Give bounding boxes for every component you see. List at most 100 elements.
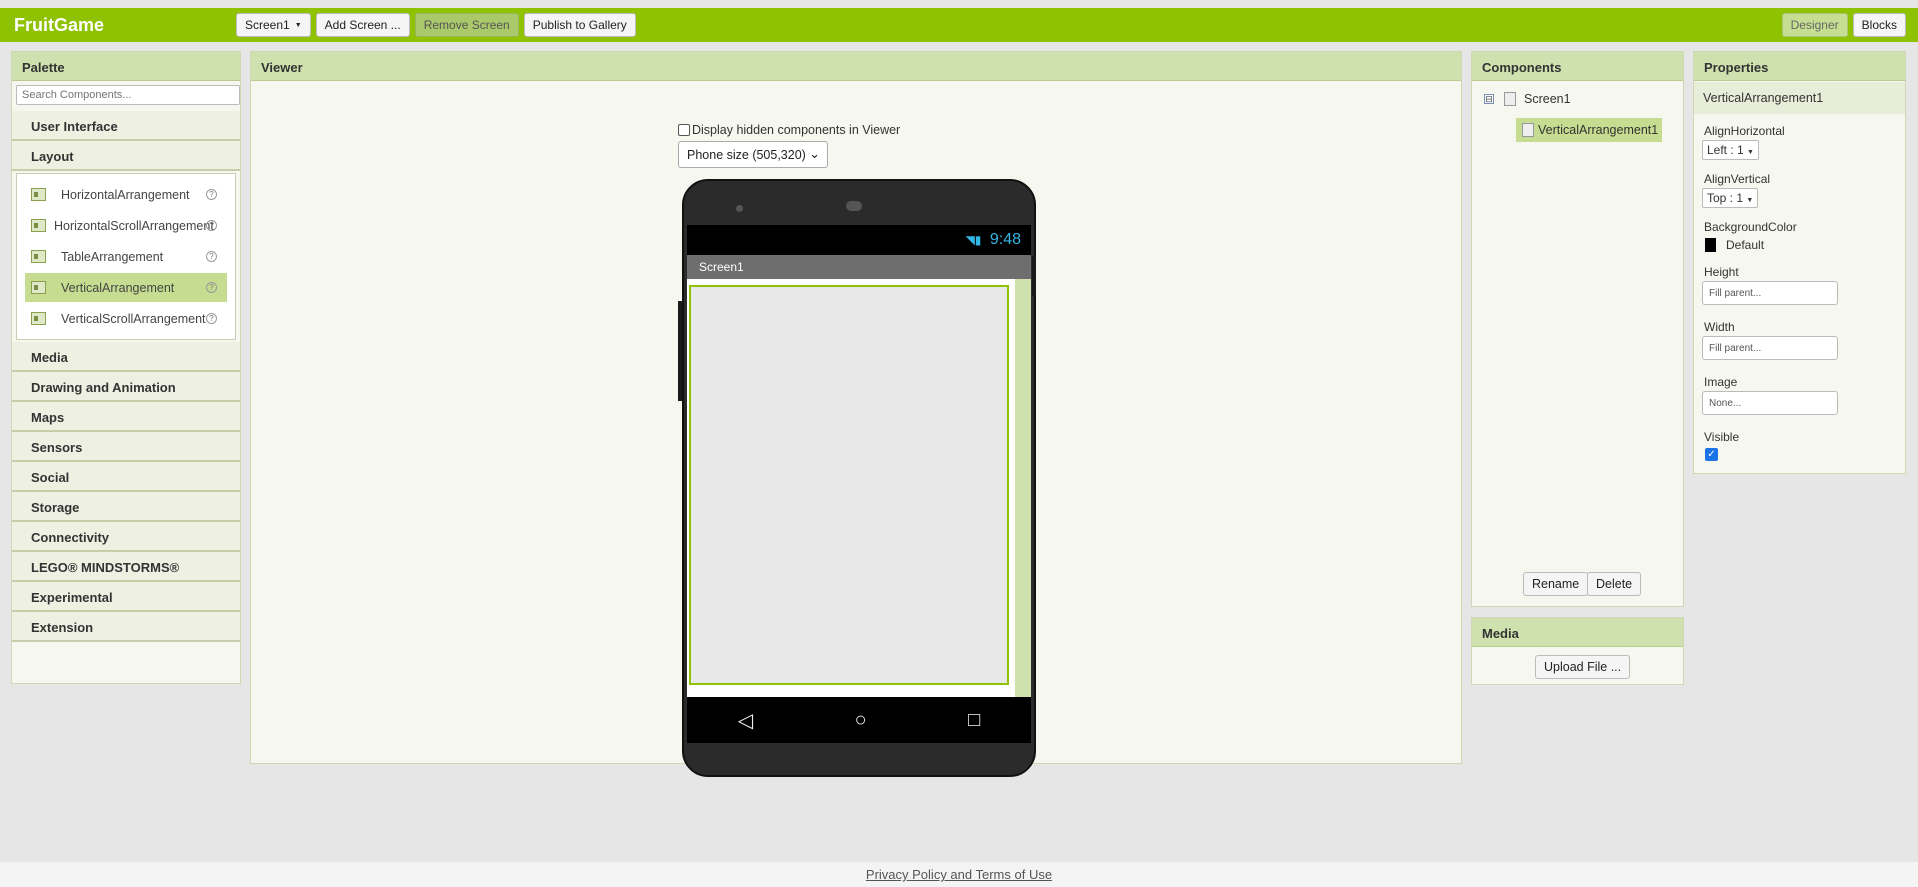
list-item[interactable]: VerticalArrangement ?	[25, 273, 227, 302]
image-label: Image	[1704, 375, 1738, 389]
components-panel: Components ⊟ Screen1 VerticalArrangement…	[1471, 51, 1684, 607]
list-item-label: HorizontalScrollArrangement	[54, 218, 214, 233]
phone-screen	[687, 279, 1031, 697]
table-arrangement-icon	[31, 250, 46, 263]
add-screen-button[interactable]: Add Screen ...	[315, 13, 410, 37]
remove-screen-button[interactable]: Remove Screen	[414, 13, 519, 37]
help-icon[interactable]: ?	[206, 251, 217, 262]
category-user-interface[interactable]: User Interface	[12, 111, 240, 141]
category-media[interactable]: Media	[12, 342, 240, 372]
list-item-label: HorizontalArrangement	[61, 187, 190, 202]
chevron-down-icon: ▼	[1746, 197, 1754, 204]
width-label: Width	[1704, 320, 1735, 334]
screen-select-button[interactable]: Screen1 ▼	[236, 13, 311, 37]
category-drawing-animation[interactable]: Drawing and Animation	[12, 372, 240, 402]
screen-select-label: Screen1	[245, 18, 290, 32]
blocks-button[interactable]: Blocks	[1852, 13, 1906, 37]
category-sensors[interactable]: Sensors	[12, 432, 240, 462]
help-icon[interactable]: ?	[206, 313, 217, 324]
home-icon: ○	[854, 708, 867, 731]
properties-panel: Properties VerticalArrangement1 AlignHor…	[1693, 51, 1906, 474]
rename-button[interactable]: Rename	[1523, 572, 1589, 596]
visible-checkbox[interactable]: ✓	[1705, 448, 1718, 461]
align-vertical-value: Top : 1	[1707, 191, 1744, 205]
footer: Privacy Policy and Terms of Use	[0, 862, 1918, 887]
height-field[interactable]: Fill parent...	[1702, 281, 1838, 305]
list-item[interactable]: VerticalScrollArrangement ?	[25, 304, 227, 333]
align-vertical-label: AlignVertical	[1704, 172, 1771, 186]
phone-side-button	[678, 301, 682, 401]
camera-icon	[736, 205, 743, 212]
background-color-value: Default	[1726, 238, 1765, 252]
media-title: Media	[1472, 618, 1683, 647]
image-field[interactable]: None...	[1702, 391, 1838, 415]
list-item[interactable]: TableArrangement ?	[25, 242, 227, 271]
category-extension[interactable]: Extension	[12, 612, 240, 642]
help-icon[interactable]: ?	[206, 220, 217, 231]
help-icon[interactable]: ?	[206, 282, 217, 293]
category-social[interactable]: Social	[12, 462, 240, 492]
search-components-input[interactable]	[16, 85, 240, 105]
components-title: Components	[1472, 52, 1683, 81]
phone-side-button	[1032, 256, 1036, 296]
privacy-policy-link[interactable]: Privacy Policy and Terms of Use	[866, 867, 1052, 882]
publish-gallery-button[interactable]: Publish to Gallery	[523, 13, 636, 37]
horizontal-arrangement-icon	[31, 188, 46, 201]
category-maps[interactable]: Maps	[12, 402, 240, 432]
collapse-icon[interactable]: ⊟	[1484, 94, 1494, 104]
align-vertical-select[interactable]: Top : 1 ▼	[1702, 188, 1759, 208]
vertical-arrangement-preview[interactable]	[689, 285, 1009, 685]
phone-mockup: ◥▮ 9:48 Screen1 ◁ ○ □	[678, 179, 1036, 777]
designer-button[interactable]: Designer	[1781, 13, 1848, 37]
back-icon: ◁	[737, 709, 754, 732]
background-color-picker[interactable]: Default	[1705, 238, 1764, 252]
align-horizontal-select[interactable]: Left : 1 ▼	[1702, 140, 1759, 160]
tree-child-selected[interactable]: VerticalArrangement1	[1516, 118, 1663, 142]
list-item-label: VerticalScrollArrangement	[61, 311, 206, 326]
vertical-arrangement-icon	[31, 281, 46, 294]
list-item-label: VerticalArrangement	[61, 280, 175, 295]
category-connectivity[interactable]: Connectivity	[12, 522, 240, 552]
tree-root[interactable]: ⊟ Screen1	[1484, 92, 1571, 106]
width-field[interactable]: Fill parent...	[1702, 336, 1838, 360]
list-item-label: TableArrangement	[61, 249, 164, 264]
hidden-components-checkbox[interactable]	[678, 124, 690, 136]
delete-button[interactable]: Delete	[1587, 572, 1642, 596]
vertical-scroll-arrangement-icon	[31, 312, 46, 325]
screen-title-bar: Screen1	[687, 255, 1031, 279]
top-bar: FruitGame Screen1 ▼ Add Screen ... Remov…	[0, 8, 1918, 42]
chevron-down-icon: ▼	[294, 21, 302, 29]
recent-apps-icon: □	[968, 708, 981, 731]
hidden-components-toggle[interactable]: Display hidden components in Viewer	[678, 123, 900, 137]
category-experimental[interactable]: Experimental	[12, 582, 240, 612]
speaker-icon	[846, 201, 862, 211]
category-storage[interactable]: Storage	[12, 492, 240, 522]
align-horizontal-value: Left : 1	[1707, 143, 1744, 157]
screen-scrollbar[interactable]	[1015, 279, 1031, 697]
category-lego-mindstorms[interactable]: LEGO® MINDSTORMS®	[12, 552, 240, 582]
horizontal-scroll-arrangement-icon	[31, 219, 46, 232]
tree-root-label: Screen1	[1524, 92, 1571, 106]
chevron-down-icon: ⌄	[809, 146, 820, 161]
help-icon[interactable]: ?	[206, 189, 217, 200]
category-layout[interactable]: Layout	[12, 141, 240, 171]
color-swatch-icon	[1705, 238, 1716, 252]
tree-child-label: VerticalArrangement1	[1538, 123, 1659, 137]
list-item[interactable]: HorizontalScrollArrangement ?	[25, 211, 227, 240]
vertical-arrangement-icon	[1522, 123, 1534, 137]
app-title: FruitGame	[14, 14, 105, 35]
screen-icon	[1504, 92, 1516, 106]
properties-component-name: VerticalArrangement1	[1694, 82, 1905, 114]
background-color-label: BackgroundColor	[1704, 220, 1797, 234]
list-item[interactable]: HorizontalArrangement ?	[25, 180, 227, 209]
properties-title: Properties	[1694, 52, 1905, 81]
upload-file-button[interactable]: Upload File ...	[1535, 655, 1631, 679]
height-label: Height	[1704, 265, 1739, 279]
checkmark-icon: ✓	[1707, 449, 1716, 460]
phone-size-select[interactable]: Phone size (505,320) ⌄	[678, 141, 828, 168]
media-panel: Media Upload File ...	[1471, 617, 1684, 685]
phone-size-value: Phone size (505,320)	[687, 148, 806, 162]
visible-label: Visible	[1704, 430, 1740, 444]
palette-panel: Palette User Interface Layout Horizontal…	[11, 51, 241, 684]
status-time: 9:48	[989, 231, 1021, 248]
